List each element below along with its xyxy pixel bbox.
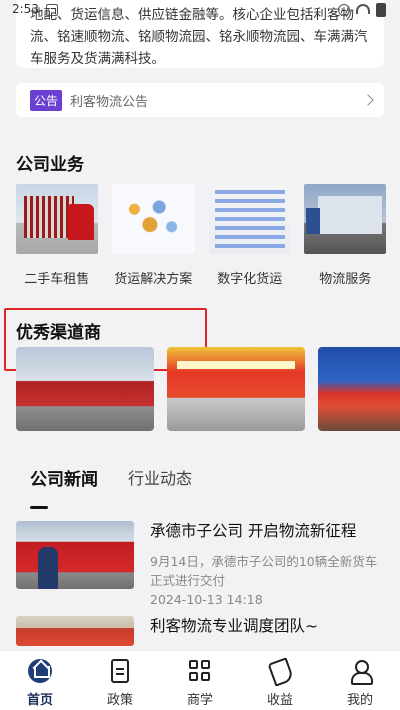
business-item-digital-freight[interactable]: 数字化货运 [208, 184, 291, 287]
digital-freight-image [208, 184, 291, 254]
nav-label: 首页 [26, 693, 53, 708]
nav-label: 商学 [186, 693, 213, 708]
status-bar: 2:53 [0, 0, 400, 22]
news-item[interactable]: 利客物流专业调度团队~ [16, 616, 384, 646]
news-image [16, 616, 134, 646]
nav-label: 政策 [106, 693, 133, 708]
notice-tag: 公告 [30, 89, 63, 111]
news-tabs: 公司新闻 行业动态 [30, 465, 222, 509]
document-icon [111, 659, 129, 683]
news-desc: 9月14日，承德市子公司的10辆全新货车正式进行交付 [150, 554, 378, 588]
channel-image[interactable] [16, 347, 154, 431]
status-time: 2:53 [12, 2, 39, 16]
business-list: 二手车租售 货运解决方案 数字化货运 物流服务 [16, 184, 400, 287]
logistics-image [304, 184, 386, 254]
phone-icon [268, 659, 292, 683]
user-icon [348, 659, 373, 685]
channel-image[interactable] [318, 347, 400, 431]
channel-image[interactable] [167, 347, 305, 431]
news-date: 2024-10-13 14:18 [150, 592, 263, 607]
news-item[interactable]: 承德市子公司 开启物流新征程 9月14日，承德市子公司的10辆全新货车正式进行交… [16, 521, 384, 607]
business-label: 货运解决方案 [114, 272, 193, 287]
tab-company-news[interactable]: 公司新闻 [30, 465, 98, 509]
business-label: 物流服务 [319, 272, 372, 287]
chevron-right-icon [362, 94, 374, 106]
channel-list [16, 347, 400, 431]
notification-icon [46, 4, 58, 16]
business-title: 公司业务 [16, 155, 84, 175]
news-title: 承德市子公司 开启物流新征程 [150, 522, 357, 540]
news-image [16, 521, 134, 589]
nav-label: 我的 [346, 693, 373, 708]
nav-academy[interactable]: 商学 [160, 651, 240, 710]
freight-diagram-image [111, 184, 195, 254]
business-label: 二手车租售 [24, 272, 90, 287]
truck-image [16, 184, 98, 254]
nav-policy[interactable]: 政策 [80, 651, 160, 710]
home-icon [28, 659, 52, 683]
tab-industry-news[interactable]: 行业动态 [128, 465, 192, 501]
nav-profile[interactable]: 我的 [320, 651, 400, 710]
grid-icon [188, 659, 212, 683]
business-item-logistics[interactable]: 物流服务 [304, 184, 386, 287]
news-title: 利客物流专业调度团队~ [150, 617, 318, 635]
notice-bar[interactable]: 公告 利客物流公告 [16, 83, 384, 117]
nav-earnings[interactable]: 收益 [240, 651, 320, 710]
business-item-freight-solution[interactable]: 货运解决方案 [111, 184, 195, 287]
business-item-rental[interactable]: 二手车租售 [16, 184, 98, 287]
business-label: 数字化货运 [217, 272, 283, 287]
nav-label: 收益 [266, 693, 293, 708]
battery-icon [376, 3, 386, 17]
wifi-icon [356, 4, 370, 14]
nav-home[interactable]: 首页 [0, 651, 80, 710]
rotation-icon [338, 4, 350, 16]
bottom-nav: 首页 政策 商学 收益 我的 [0, 650, 400, 710]
notice-text: 利客物流公告 [70, 94, 149, 110]
